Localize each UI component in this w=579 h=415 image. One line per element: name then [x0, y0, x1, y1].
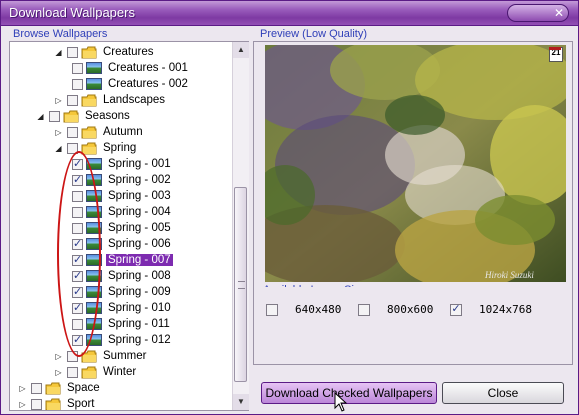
- image-size-option-800x600[interactable]: 800x600: [358, 303, 433, 316]
- collapse-arrow-icon[interactable]: ◢: [54, 144, 63, 153]
- expand-arrow-icon[interactable]: ▷: [54, 128, 63, 137]
- tree-checkbox[interactable]: [31, 398, 42, 410]
- tree-row-label: Sport: [67, 398, 95, 410]
- expand-arrow-icon[interactable]: ▷: [54, 352, 63, 361]
- tree-item-row[interactable]: Creatures - 002: [72, 76, 190, 92]
- image-size-label: 800x600: [387, 303, 434, 316]
- tree-row-label: Spring - 012: [108, 334, 171, 346]
- tree-folder-row[interactable]: ◢ Spring: [54, 140, 138, 156]
- tree-row-label: Spring - 005: [108, 222, 171, 234]
- scroll-thumb[interactable]: [234, 187, 247, 382]
- wallpaper-thumbnail-icon: [86, 78, 102, 90]
- folder-icon: [63, 110, 79, 123]
- tree-row-label: Seasons: [85, 110, 130, 122]
- image-size-label: 640x480: [295, 303, 342, 316]
- tree-row-label: Creatures - 002: [108, 78, 188, 90]
- tree-scrollbar[interactable]: ▲ ▼: [232, 42, 249, 410]
- tree-row-label: Creatures - 001: [108, 62, 188, 74]
- tree-folder-row[interactable]: ▷ Landscapes: [54, 92, 167, 108]
- tree-row-label: Spring - 009: [108, 286, 171, 298]
- tree-row-label: Spring - 001: [108, 158, 171, 170]
- tree-checkbox[interactable]: [31, 382, 42, 394]
- download-checked-button[interactable]: Download Checked Wallpapers: [261, 382, 437, 404]
- tree-folder-row[interactable]: ▷ Sport: [18, 396, 97, 410]
- tree-row-label: Spring - 004: [108, 206, 171, 218]
- tree-checkbox[interactable]: [67, 94, 78, 106]
- tree-row-label: Winter: [103, 366, 137, 378]
- tree-row-label: Space: [67, 382, 100, 394]
- title-bar[interactable]: Download Wallpapers ✕: [1, 1, 578, 26]
- image-sizes-frame: [253, 287, 573, 365]
- tree-row-label: Spring: [103, 142, 137, 154]
- scroll-grip-icon: [238, 281, 245, 289]
- tree-folder-row[interactable]: ▷ Space: [18, 380, 102, 396]
- wallpaper-tree[interactable]: ◢ Creatures Creatures - 001 Creatures - 002…: [9, 41, 249, 411]
- expand-arrow-icon[interactable]: ▷: [18, 384, 27, 393]
- folder-icon: [81, 94, 97, 107]
- tree-row-label: Spring - 006: [108, 238, 171, 250]
- window-title: Download Wallpapers: [9, 5, 135, 20]
- download-wallpapers-window: Download Wallpapers ✕ Browse Wallpapers …: [0, 0, 579, 415]
- tree-checkbox[interactable]: [49, 110, 60, 122]
- tree-checkbox[interactable]: [67, 366, 78, 378]
- tree-row-label: Spring - 003: [108, 190, 171, 202]
- image-size-checkbox[interactable]: ✓: [450, 303, 462, 316]
- expand-arrow-icon[interactable]: ▷: [18, 400, 27, 409]
- folder-icon: [81, 366, 97, 379]
- tree-row-label: Spring - 008: [108, 270, 171, 282]
- tree-folder-row[interactable]: ◢ Creatures: [54, 44, 156, 60]
- highlight-annotation-oval: [57, 151, 101, 357]
- close-icon: ✕: [554, 6, 565, 20]
- tree-row-label: Spring - 007: [106, 254, 173, 266]
- mouse-cursor-icon: [334, 392, 348, 412]
- collapse-arrow-icon[interactable]: ◢: [54, 48, 63, 57]
- tree-checkbox[interactable]: [72, 62, 83, 74]
- tree-row-label: Autumn: [103, 126, 143, 138]
- image-size-checkbox[interactable]: [266, 303, 278, 316]
- tree-row-label: Landscapes: [103, 94, 166, 106]
- image-size-checkbox[interactable]: [358, 303, 370, 316]
- calendar-icon[interactable]: 21: [549, 47, 563, 62]
- image-size-option-640x480[interactable]: 640x480: [266, 303, 341, 316]
- folder-icon: [81, 46, 97, 59]
- tree-folder-row[interactable]: ◢ Seasons: [36, 108, 132, 124]
- preview-watermark: Hiroki Suzuki: [484, 270, 534, 280]
- wallpaper-thumbnail-icon: [86, 62, 102, 74]
- tree-row-label: Spring - 010: [108, 302, 171, 314]
- scroll-down-icon[interactable]: ▼: [233, 394, 249, 410]
- image-size-option-1024x768[interactable]: ✓ 1024x768: [450, 303, 532, 316]
- tree-row-label: Spring - 002: [108, 174, 171, 186]
- scroll-up-icon[interactable]: ▲: [233, 42, 249, 58]
- window-close-button[interactable]: ✕: [507, 4, 569, 22]
- close-button[interactable]: Close: [442, 382, 564, 404]
- forest-hillside-image: Hiroki Suzuki: [265, 45, 566, 282]
- folder-icon: [81, 126, 97, 139]
- tree-row-label: Creatures: [103, 46, 154, 58]
- tree-folder-row[interactable]: ▷ Autumn: [54, 124, 145, 140]
- tree-item-row[interactable]: Creatures - 001: [72, 60, 190, 76]
- tree-row-label: Summer: [103, 350, 147, 362]
- tree-row-label: Spring - 011: [108, 318, 170, 330]
- tree-checkbox[interactable]: [67, 46, 78, 58]
- preview-label: Preview (Low Quality): [260, 28, 367, 40]
- collapse-arrow-icon[interactable]: ◢: [36, 112, 45, 121]
- image-size-label: 1024x768: [479, 303, 532, 316]
- wallpaper-preview-image: Hiroki Suzuki: [265, 45, 566, 282]
- folder-icon: [45, 382, 61, 395]
- tree-checkbox[interactable]: [72, 78, 83, 90]
- tree-folder-row[interactable]: ▷ Winter: [54, 364, 138, 380]
- expand-arrow-icon[interactable]: ▷: [54, 96, 63, 105]
- browse-wallpapers-label: Browse Wallpapers: [13, 28, 108, 40]
- tree-folder-row[interactable]: ▷ Summer: [54, 348, 148, 364]
- tree-checkbox[interactable]: [67, 126, 78, 138]
- folder-icon: [45, 398, 61, 410]
- expand-arrow-icon[interactable]: ▷: [54, 368, 63, 377]
